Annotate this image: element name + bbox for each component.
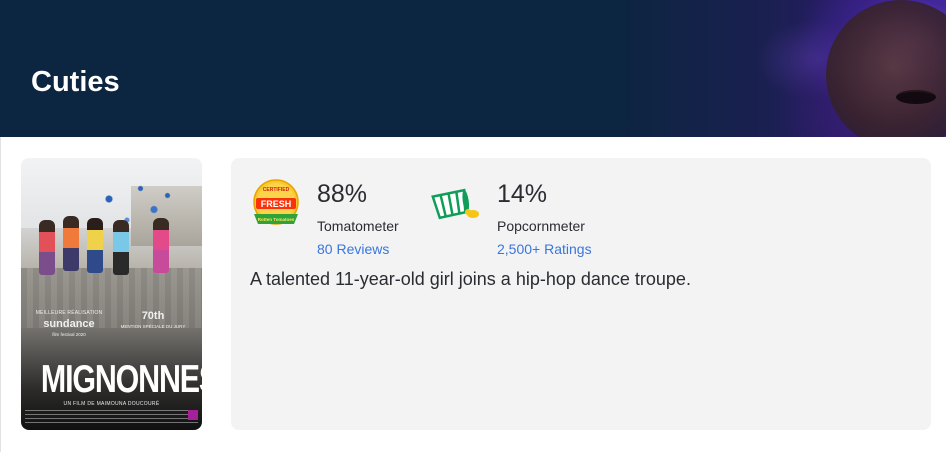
berlinale-laurel: 70th MENTION SPÉCIALE DU JURY bbox=[117, 308, 189, 350]
laurel-festival: sundance bbox=[43, 318, 95, 330]
badge-brand-text: Rotten Tomatoes bbox=[258, 217, 295, 222]
ratings-link[interactable]: 2,500+ Ratings bbox=[497, 241, 592, 257]
tomatometer-label: Tomatometer bbox=[317, 218, 399, 234]
popcornmeter-score: 14% bbox=[497, 180, 548, 208]
poster-dancer bbox=[153, 218, 169, 273]
laurel-edition: 70th bbox=[141, 310, 165, 322]
tomatometer-score: 88% bbox=[317, 180, 368, 208]
hero-eye-image bbox=[896, 90, 936, 104]
movie-poster[interactable]: MEILLEURE RÉALISATION sundance film fest… bbox=[21, 158, 202, 430]
sundance-laurel: MEILLEURE RÉALISATION sundance film fest… bbox=[33, 308, 105, 350]
reviews-link[interactable]: 80 Reviews bbox=[317, 241, 389, 257]
hero-banner: Cuties bbox=[0, 0, 946, 137]
poster-laurels: MEILLEURE RÉALISATION sundance film fest… bbox=[33, 308, 191, 350]
popcornmeter-label: Popcornmeter bbox=[497, 218, 585, 234]
poster-dancer bbox=[63, 216, 79, 271]
laurel-caption: film festival 2020 bbox=[52, 332, 86, 337]
poster-credit: UN FILM DE MAIMOUNA DOUCOURÉ bbox=[63, 401, 160, 407]
poster-dancer bbox=[39, 220, 55, 275]
badge-fresh-text: FRESH bbox=[261, 199, 292, 209]
spilled-popcorn-icon bbox=[431, 188, 479, 220]
movie-synopsis: A talented 11-year-old girl joins a hip-… bbox=[250, 269, 691, 289]
certified-fresh-icon: CERTIFIED FRESH Rotten Tomatoes bbox=[253, 179, 299, 225]
poster-dancer bbox=[87, 218, 103, 273]
laurel-caption: MENTION SPÉCIALE DU JURY bbox=[120, 324, 186, 329]
hero-face-image bbox=[826, 0, 946, 137]
page-title: Cuties bbox=[31, 66, 120, 98]
badge-certified-text: CERTIFIED bbox=[263, 187, 290, 193]
poster-title: MIGNONNES bbox=[40, 358, 202, 401]
hero-backdrop-image bbox=[616, 0, 946, 137]
poster-dancer bbox=[113, 220, 129, 275]
laurel-award: MEILLEURE RÉALISATION bbox=[35, 310, 103, 316]
studio-logo bbox=[188, 410, 198, 420]
poster-billing-block bbox=[25, 410, 198, 426]
